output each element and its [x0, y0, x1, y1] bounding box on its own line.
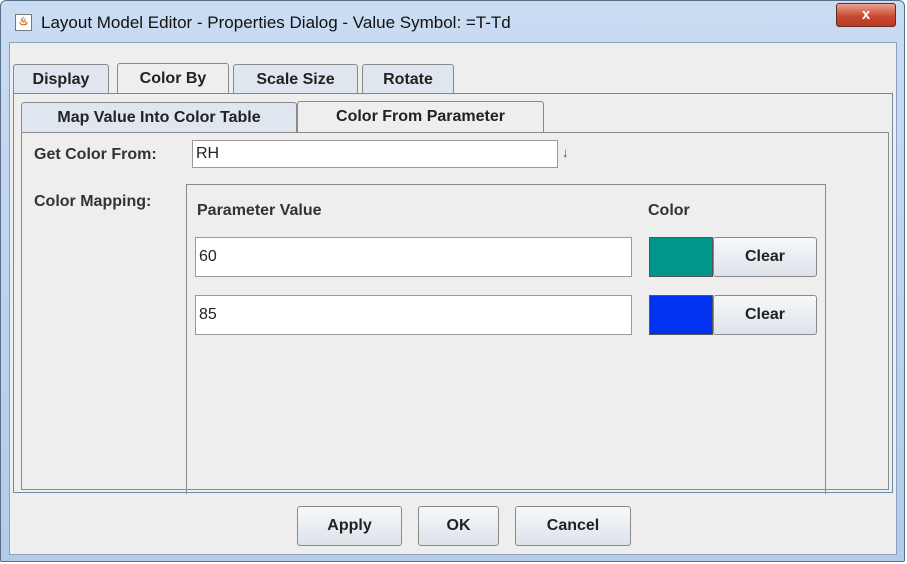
parameter-value-input-2[interactable]: 85 — [195, 295, 632, 335]
tab-rotate[interactable]: Rotate — [362, 64, 454, 94]
java-app-icon: ♨ — [15, 14, 32, 31]
color-header: Color — [648, 202, 690, 219]
tab-display[interactable]: Display — [13, 64, 109, 94]
subtab-color-from-parameter[interactable]: Color From Parameter — [297, 101, 544, 132]
close-button[interactable]: x — [836, 3, 896, 27]
color-from-parameter-panel: Get Color From: RH ↓ Color Mapping: Para… — [21, 132, 889, 494]
window-title: Layout Model Editor - Properties Dialog … — [41, 13, 511, 32]
dialog-window: ♨ Layout Model Editor - Properties Dialo… — [0, 0, 905, 562]
color-by-panel: Map Value Into Color Table Color From Pa… — [13, 93, 893, 494]
clear-button-2[interactable]: Clear — [713, 295, 817, 335]
subtab-map-value-into-color-table[interactable]: Map Value Into Color Table — [21, 102, 297, 132]
color-mapping-panel: Parameter Value Color 60 Clear 85 Clear — [186, 184, 826, 494]
color-swatch-2[interactable] — [649, 295, 713, 335]
chevron-down-icon[interactable]: ↓ — [562, 145, 569, 160]
dialog-body: Display Color By Scale Size Rotate Map V… — [9, 42, 897, 555]
apply-button[interactable]: Apply — [297, 506, 402, 546]
parameter-value-header: Parameter Value — [197, 202, 322, 219]
tab-scale-size[interactable]: Scale Size — [233, 64, 358, 94]
color-mapping-label: Color Mapping: — [34, 193, 152, 210]
clear-button-1[interactable]: Clear — [713, 237, 817, 277]
get-color-from-input[interactable]: RH — [192, 140, 558, 168]
tab-color-by[interactable]: Color By — [117, 63, 229, 94]
color-swatch-1[interactable] — [649, 237, 713, 277]
cancel-button[interactable]: Cancel — [515, 506, 631, 546]
ok-button[interactable]: OK — [418, 506, 499, 546]
title-bar[interactable]: ♨ Layout Model Editor - Properties Dialo… — [1, 1, 904, 41]
parameter-value-input-1[interactable]: 60 — [195, 237, 632, 277]
get-color-from-label: Get Color From: — [34, 146, 157, 163]
